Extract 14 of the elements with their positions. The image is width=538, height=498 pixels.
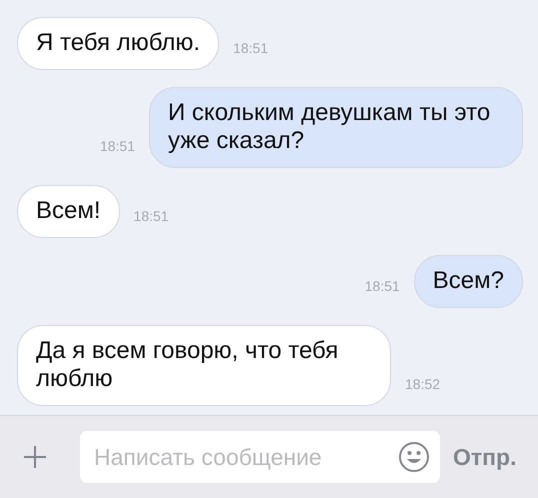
add-icon[interactable] — [24, 446, 46, 468]
message-bubble: Я тебя люблю. — [17, 17, 220, 70]
message-bubble: Да я всем говорю, что тебя люблю — [17, 325, 391, 406]
message-bubble: Всем! — [17, 185, 120, 238]
smiley-icon[interactable] — [398, 441, 430, 473]
message-bubble: И скольким девушкам ты это уже сказал? — [149, 87, 523, 168]
message-time: 18:51 — [364, 278, 400, 294]
message-time: 18:52 — [405, 376, 440, 392]
message-time: 18:51 — [233, 40, 268, 56]
message-field[interactable]: Написать сообщение — [80, 431, 440, 483]
message-bubble: Всем? — [414, 255, 523, 308]
message-time: 18:51 — [134, 208, 169, 224]
send-button[interactable]: Отпр. — [453, 444, 516, 470]
message-time: 18:51 — [100, 138, 135, 154]
